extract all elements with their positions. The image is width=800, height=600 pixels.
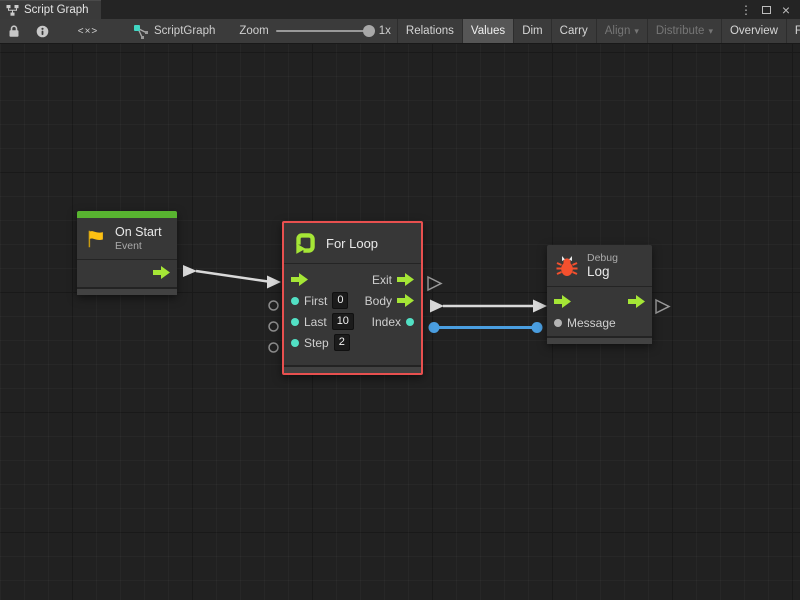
message-port-label: Message: [567, 316, 616, 330]
window-controls: ⋮ ×: [738, 0, 800, 19]
code-view-button[interactable]: <×>: [57, 19, 119, 43]
for-loop-header[interactable]: For Loop: [284, 223, 421, 263]
tab-script-graph[interactable]: Script Graph: [0, 0, 101, 19]
flow-in-port[interactable]: [291, 273, 308, 286]
node-subtitle: Event: [115, 240, 162, 252]
event-accent-bar: [77, 211, 177, 218]
maximize-icon[interactable]: [758, 2, 774, 18]
node-for-loop[interactable]: For Loop Exit First 0 Body: [282, 221, 423, 375]
dim-button[interactable]: Dim: [513, 19, 550, 43]
zoom-slider-handle[interactable]: [363, 25, 375, 37]
node-kind: Debug: [587, 252, 618, 264]
node-title: Log: [587, 264, 618, 279]
step-port-label: Step: [304, 336, 329, 350]
first-value-input[interactable]: 0: [332, 292, 348, 309]
code-icon: <×>: [78, 26, 99, 37]
zoom-label: Zoom: [239, 25, 268, 37]
exit-port-label: Exit: [372, 273, 392, 287]
script-graph-window: Script Graph ⋮ × <×>: [0, 0, 800, 600]
graph-toolbar: <×> ScriptGraph Zoom 1x Relations Values: [0, 19, 800, 44]
last-port[interactable]: [291, 318, 299, 326]
node-footer: [77, 287, 177, 295]
step-value-input[interactable]: 2: [334, 334, 350, 351]
align-button: Align ▾: [596, 19, 647, 43]
graph-reference[interactable]: ScriptGraph: [119, 19, 225, 43]
lock-button[interactable]: [0, 19, 28, 43]
tab-title: Script Graph: [24, 4, 89, 16]
relations-button[interactable]: Relations: [397, 19, 462, 43]
overview-button[interactable]: Overview: [721, 19, 786, 43]
chevron-down-icon: ▾: [634, 26, 639, 37]
graph-name-label: ScriptGraph: [154, 25, 215, 37]
toolbar-buttons: Relations Values Dim Carry Align ▾ Distr…: [397, 19, 800, 43]
message-port[interactable]: [554, 319, 562, 327]
node-title: On Start: [115, 225, 162, 239]
menu-icon[interactable]: ⋮: [738, 2, 754, 18]
zoom-control: Zoom 1x: [225, 19, 397, 43]
last-value-input[interactable]: 10: [332, 313, 354, 330]
lock-icon: [8, 24, 20, 38]
info-button[interactable]: [28, 19, 57, 43]
node-title: For Loop: [326, 236, 378, 251]
flow-in-port[interactable]: [554, 295, 571, 308]
index-port[interactable]: [406, 318, 414, 326]
first-port[interactable]: [291, 297, 299, 305]
close-icon[interactable]: ×: [778, 2, 794, 18]
flow-out-port[interactable]: [628, 295, 645, 308]
flow-out-port[interactable]: [153, 266, 170, 279]
step-port[interactable]: [291, 339, 299, 347]
index-port-label: Index: [372, 315, 401, 329]
zoom-slider[interactable]: [276, 30, 372, 32]
carry-button[interactable]: Carry: [551, 19, 596, 43]
first-port-label: First: [304, 294, 327, 308]
node-debug-log[interactable]: Debug Log Message: [547, 245, 652, 344]
chevron-down-icon: ▾: [708, 26, 713, 37]
graph-tab-icon: [6, 4, 19, 17]
body-port-label: Body: [365, 294, 392, 308]
last-port-label: Last: [304, 315, 327, 329]
bug-icon: [555, 254, 579, 278]
full-screen-button[interactable]: Full Screen: [786, 19, 800, 43]
distribute-button: Distribute ▾: [647, 19, 721, 43]
flag-icon: [85, 228, 107, 250]
on-start-header[interactable]: On Start Event: [77, 218, 177, 259]
node-footer: [284, 365, 421, 373]
body-port[interactable]: [397, 294, 414, 307]
node-footer: [547, 336, 652, 344]
debug-log-header[interactable]: Debug Log: [547, 245, 652, 286]
zoom-value: 1x: [379, 25, 391, 37]
script-graph-icon: [133, 24, 149, 39]
title-bar: Script Graph ⋮ ×: [0, 0, 800, 19]
exit-port[interactable]: [397, 273, 414, 286]
values-button[interactable]: Values: [462, 19, 513, 43]
info-icon: [36, 25, 49, 38]
loop-icon: [292, 230, 318, 256]
node-on-start[interactable]: On Start Event: [77, 211, 177, 295]
